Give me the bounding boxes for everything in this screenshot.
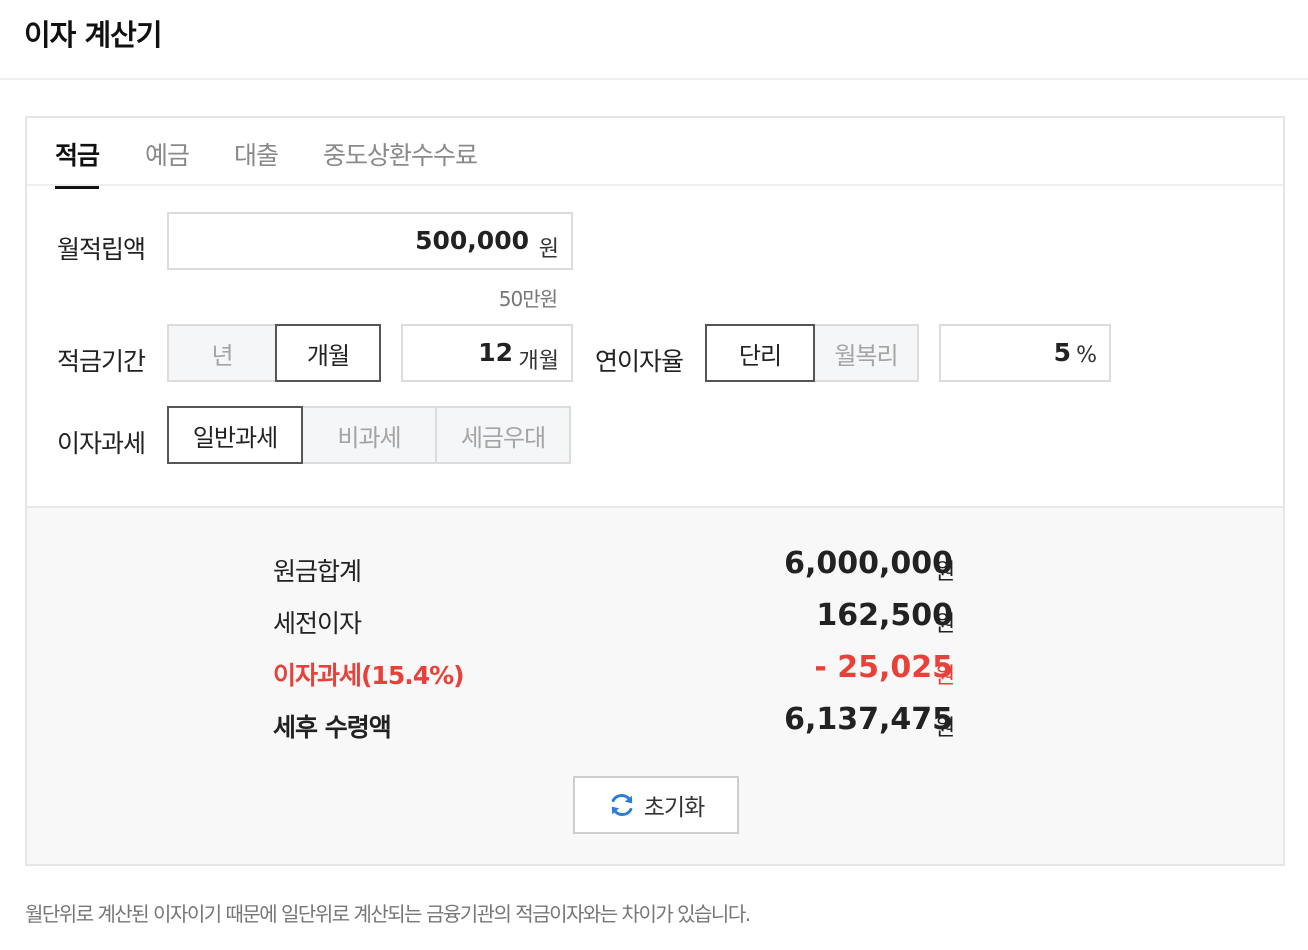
tab-savings[interactable]: 적금 <box>55 136 100 189</box>
rate-type-toggle: 단리 월복리 <box>705 324 919 382</box>
tab-prepayment-fee[interactable]: 중도상환수수료 <box>323 136 478 186</box>
monthly-deposit-unit: 원 <box>538 237 559 262</box>
period-field[interactable]: 12 개월 <box>401 324 573 382</box>
rate-value: 5 <box>1053 338 1071 367</box>
reset-button[interactable]: 초기화 <box>573 776 739 834</box>
tab-bar: 적금 예금 대출 중도상환수수료 <box>27 118 1283 189</box>
rate-label: 연이자율 <box>595 347 684 376</box>
page-title: 이자 계산기 <box>24 18 162 52</box>
tax-type-toggle: 일반과세 비과세 세금우대 <box>167 406 571 464</box>
pretax-interest-unit: 원 <box>935 612 956 637</box>
rate-unit: % <box>1076 343 1097 368</box>
interest-tax-label: 이자과세(15.4%) <box>273 661 465 690</box>
tab-loan[interactable]: 대출 <box>234 136 279 186</box>
pretax-interest-label: 세전이자 <box>273 609 362 638</box>
period-month-option[interactable]: 개월 <box>275 324 381 382</box>
principal-unit: 원 <box>935 560 956 585</box>
rate-simple-option[interactable]: 단리 <box>705 324 815 382</box>
period-value: 12 <box>478 338 513 367</box>
footnote: 월단위로 계산된 이자이기 때문에 일단위로 계산되는 금융기관의 적금이자와는… <box>25 902 751 926</box>
tax-label: 이자과세 <box>57 429 146 458</box>
net-amount-value: 6,137,475 <box>784 702 953 737</box>
principal-value: 6,000,000 <box>784 546 953 581</box>
monthly-deposit-hint: 50만원 <box>498 287 558 311</box>
net-amount-label: 세후 수령액 <box>273 713 392 742</box>
monthly-deposit-label: 월적립액 <box>57 235 146 264</box>
tax-exempt-option[interactable]: 비과세 <box>301 406 437 464</box>
interest-tax-value: - 25,025 <box>814 650 953 685</box>
period-unit-toggle: 년 개월 <box>167 324 381 382</box>
tab-deposit[interactable]: 예금 <box>145 136 190 186</box>
calculator-panel: 적금 예금 대출 중도상환수수료 월적립액 500,000 원 50만원 적금기… <box>25 116 1285 866</box>
page-header: 이자 계산기 <box>0 0 1308 80</box>
result-panel: 원금합계 6,000,000 원 세전이자 162,500 원 이자과세(15.… <box>27 506 1283 864</box>
net-amount-unit: 원 <box>935 716 956 741</box>
period-unit: 개월 <box>518 349 559 374</box>
refresh-icon <box>608 791 636 819</box>
period-label: 적금기간 <box>57 347 146 376</box>
tax-general-option[interactable]: 일반과세 <box>167 406 303 464</box>
tax-preferential-option[interactable]: 세금우대 <box>435 406 571 464</box>
monthly-deposit-field[interactable]: 500,000 원 <box>167 212 573 270</box>
reset-button-label: 초기화 <box>643 795 705 821</box>
principal-label: 원금합계 <box>273 557 362 586</box>
input-form: 월적립액 500,000 원 50만원 적금기간 년 개월 12 개월 연이자율… <box>27 186 1283 506</box>
rate-field[interactable]: 5 % <box>939 324 1111 382</box>
monthly-deposit-value: 500,000 <box>415 226 529 255</box>
period-year-option[interactable]: 년 <box>167 324 277 382</box>
pretax-interest-value: 162,500 <box>816 598 953 633</box>
interest-tax-unit: 원 <box>935 664 956 689</box>
rate-monthly-compound-option[interactable]: 월복리 <box>813 324 919 382</box>
